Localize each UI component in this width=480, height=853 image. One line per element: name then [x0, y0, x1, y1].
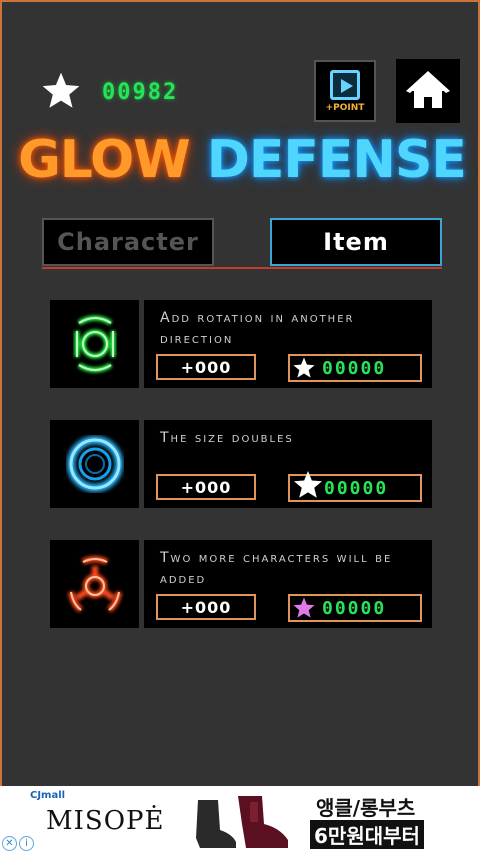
title-defense: DEFENSE	[206, 130, 467, 190]
star-icon	[42, 72, 80, 108]
item-icon-box	[50, 300, 139, 388]
star-icon	[293, 357, 315, 378]
green-rotation-icon	[74, 315, 115, 373]
game-screen: 00982 +POINT GLOW DEFENSE Character Item	[0, 0, 480, 786]
blue-ring-icon	[66, 436, 123, 492]
item-icon-box	[50, 420, 139, 508]
buy-button[interactable]: 00000	[288, 354, 422, 382]
item-count: +000	[156, 474, 256, 500]
star-icon	[293, 597, 315, 618]
item-icon-box	[50, 540, 139, 628]
info-icon[interactable]: i	[19, 836, 34, 851]
item-info: The size doubles +000 00000	[144, 420, 432, 508]
item-info: Add rotation in another direction +000 0…	[144, 300, 432, 388]
buy-button[interactable]: 00000	[288, 594, 422, 622]
ad-brand: MISOPĖ	[46, 806, 165, 836]
item-info: Two more characters will be added +000 0…	[144, 540, 432, 628]
boots-image	[196, 796, 288, 848]
red-triple-icon	[67, 556, 122, 613]
video-point-button[interactable]: +POINT	[314, 60, 376, 122]
ad-network: CJmall	[30, 790, 66, 801]
buy-button[interactable]: 00000	[288, 471, 422, 502]
divider	[42, 267, 442, 269]
score-counter: 00982	[102, 80, 179, 105]
star-icon	[294, 471, 322, 498]
ad-banner[interactable]: CJmall MISOPĖ 앵클/롱부츠 6만원대부터 ✕ i	[0, 786, 480, 853]
video-icon	[330, 69, 360, 100]
game-title: GLOW DEFENSE	[2, 130, 480, 190]
item-description: Two more characters will be added	[160, 550, 393, 587]
ad-line2: 6만원대부터	[310, 820, 424, 849]
list-item[interactable]: The size doubles +000 00000	[50, 420, 432, 510]
item-price: 00000	[322, 597, 387, 619]
item-price: 00000	[322, 357, 387, 379]
ad-line1: 앵클/롱부츠	[316, 796, 416, 820]
item-price: 00000	[324, 477, 389, 499]
item-description: The size doubles	[160, 430, 294, 446]
home-icon	[406, 71, 450, 108]
home-button[interactable]	[396, 59, 460, 123]
list-item[interactable]: Two more characters will be added +000 0…	[50, 540, 432, 630]
item-count: +000	[156, 354, 256, 380]
item-count: +000	[156, 594, 256, 620]
tab-character[interactable]: Character	[42, 218, 214, 266]
video-point-label: +POINT	[325, 102, 365, 113]
list-item[interactable]: Add rotation in another direction +000 0…	[50, 300, 432, 390]
item-description: Add rotation in another direction	[160, 310, 355, 347]
title-glow: GLOW	[18, 130, 191, 190]
ad-choices[interactable]: ✕ i	[2, 836, 38, 851]
close-icon[interactable]: ✕	[2, 836, 17, 851]
tab-item[interactable]: Item	[270, 218, 442, 266]
